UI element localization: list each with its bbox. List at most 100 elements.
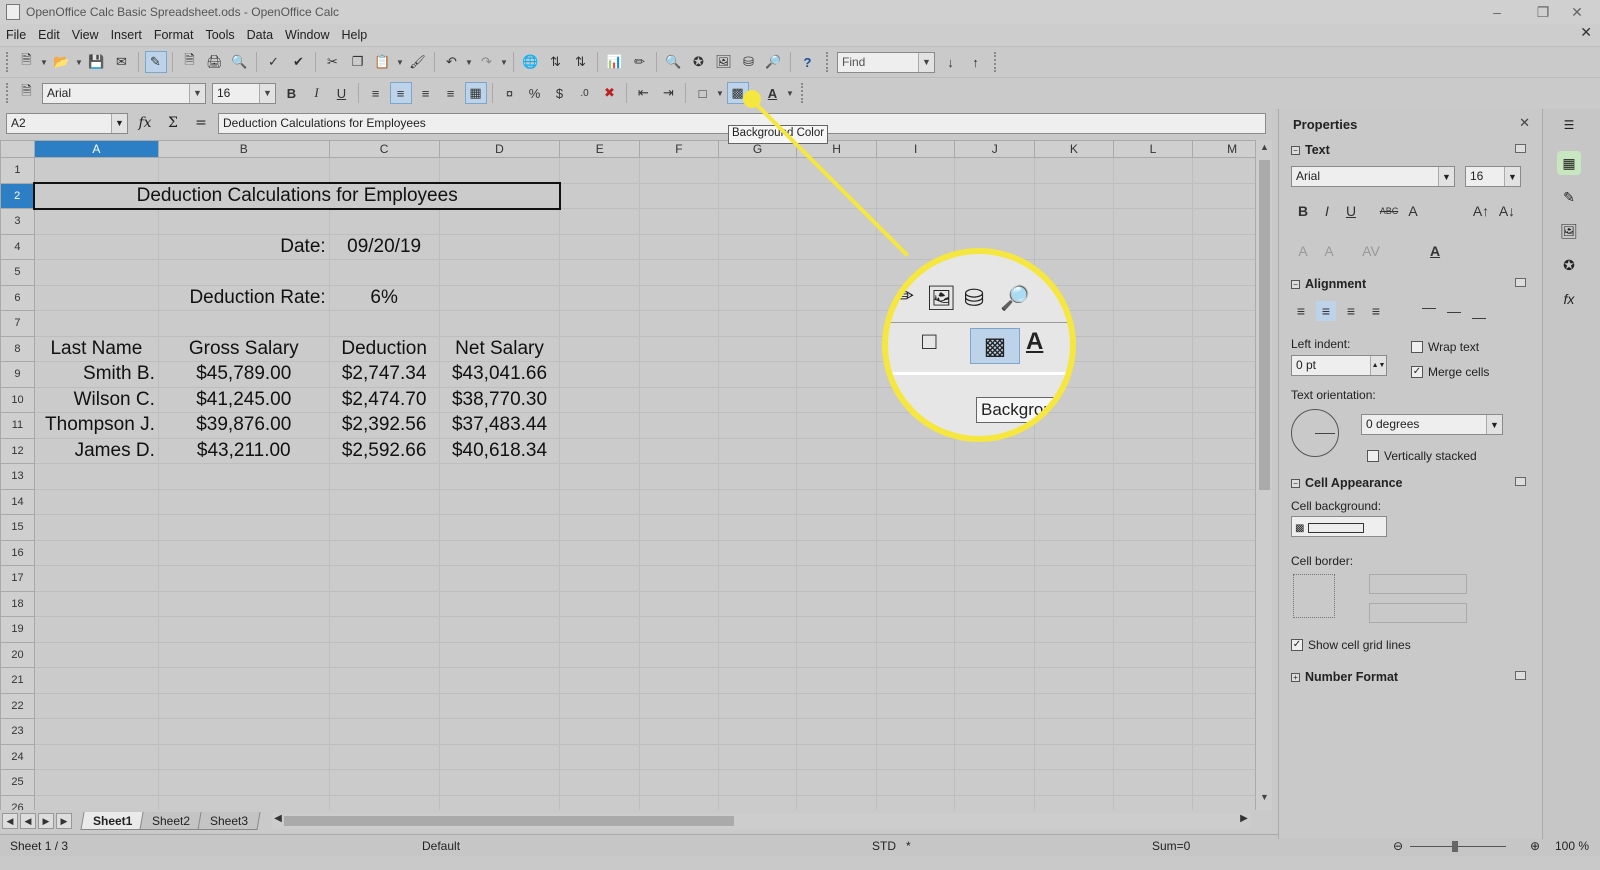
cell[interactable] [717, 641, 798, 668]
cell[interactable] [796, 641, 877, 668]
cell[interactable] [1034, 769, 1114, 796]
cell-appearance-section-header[interactable]: − Cell Appearance [1291, 476, 1403, 490]
toolbar-grip[interactable] [6, 83, 10, 103]
cell[interactable] [954, 718, 1036, 745]
net-salary-cell[interactable]: $38,770.30 [438, 386, 561, 413]
cell[interactable] [559, 208, 641, 235]
row-header[interactable]: 10 [0, 386, 35, 413]
cell[interactable] [1034, 157, 1114, 184]
column-header-a[interactable]: A [33, 140, 159, 158]
cell[interactable] [1112, 157, 1194, 184]
cell[interactable] [875, 692, 956, 719]
net-salary-cell[interactable]: $43,041.66 [438, 361, 561, 388]
paste-icon[interactable]: 📋 [372, 51, 394, 73]
cell[interactable] [717, 157, 798, 184]
cell[interactable] [639, 284, 719, 311]
panel-font-name[interactable]: Arial ▼ [1291, 166, 1455, 187]
first-sheet-icon[interactable]: ◀ [2, 813, 18, 829]
cell[interactable] [559, 667, 641, 694]
show-draw-functions-icon[interactable]: ✏ [629, 51, 651, 73]
border-color-picker[interactable] [1369, 603, 1467, 623]
column-header-d[interactable]: D [438, 140, 561, 158]
cell[interactable] [954, 488, 1036, 515]
cell[interactable] [328, 514, 440, 541]
row-header[interactable]: 1 [0, 157, 35, 184]
menu-help[interactable]: Help [336, 28, 374, 42]
cell[interactable] [796, 565, 877, 592]
chart-icon[interactable]: 📊 [604, 51, 626, 73]
row-header[interactable]: 11 [0, 412, 35, 439]
cell[interactable] [1112, 616, 1194, 643]
last-name-cell[interactable]: Wilson C. [33, 386, 159, 413]
cell[interactable] [1034, 565, 1114, 592]
cell[interactable] [954, 182, 1036, 209]
date-value-cell[interactable]: 09/20/19 [328, 233, 440, 260]
add-decimal-icon[interactable]: .0 [574, 82, 596, 104]
checkbox-box[interactable] [1411, 341, 1423, 353]
collapse-icon[interactable]: − [1291, 279, 1300, 289]
menu-view[interactable]: View [66, 28, 105, 42]
decrease-font-icon[interactable]: A↓ [1497, 201, 1517, 221]
cell[interactable] [639, 641, 719, 668]
cell[interactable] [33, 743, 159, 770]
cell[interactable] [559, 743, 641, 770]
header-last-name[interactable]: Last Name [33, 335, 159, 362]
cell[interactable] [559, 769, 641, 796]
cell[interactable] [717, 743, 798, 770]
row-header[interactable]: 20 [0, 641, 35, 668]
header-deduction[interactable]: Deduction [328, 335, 440, 362]
data-sources-icon[interactable]: ⛁ [738, 51, 760, 73]
cell[interactable] [559, 182, 641, 209]
print-icon[interactable]: 🖨 [204, 51, 226, 73]
cell[interactable] [438, 233, 561, 260]
cell[interactable] [559, 641, 641, 668]
select-all-corner[interactable] [0, 140, 35, 158]
cell[interactable] [717, 335, 798, 362]
cell[interactable] [639, 233, 719, 260]
page-preview-icon[interactable]: 🔍 [229, 51, 251, 73]
align-right-icon[interactable]: ≡ [1341, 301, 1361, 321]
deduction-cell[interactable]: $2,474.70 [328, 386, 440, 413]
cell[interactable] [559, 565, 641, 592]
more-options-icon[interactable] [1515, 278, 1526, 287]
menu-insert[interactable]: Insert [105, 28, 148, 42]
show-grid-lines-checkbox[interactable]: ✓ Show cell grid lines [1291, 638, 1411, 652]
cell[interactable] [157, 667, 330, 694]
font-name-box[interactable]: Arial ▼ [42, 82, 206, 104]
cell[interactable] [639, 437, 719, 464]
functions-deck-icon[interactable]: fx [1557, 287, 1581, 311]
justify-icon[interactable]: ≡ [1366, 301, 1386, 321]
wrap-text-checkbox[interactable]: Wrap text [1411, 340, 1479, 354]
cell[interactable] [559, 718, 641, 745]
chevron-down-icon[interactable]: ▼ [111, 113, 127, 133]
cell[interactable] [717, 718, 798, 745]
cell[interactable] [717, 514, 798, 541]
borders-icon[interactable]: □ [692, 82, 714, 104]
title-cell-a2[interactable]: Deduction Calculations for Employees [33, 182, 561, 210]
cell[interactable] [639, 514, 719, 541]
cell[interactable] [796, 335, 877, 362]
function-wizard-icon[interactable]: fx [134, 115, 156, 131]
row-header[interactable]: 9 [0, 361, 35, 388]
cell[interactable] [1112, 182, 1194, 209]
cell[interactable] [875, 463, 956, 490]
cell[interactable] [33, 718, 159, 745]
rate-label-cell[interactable]: Deduction Rate: [157, 284, 330, 311]
name-box[interactable]: A2 ▼ [6, 112, 128, 134]
cell[interactable] [796, 692, 877, 719]
cell[interactable] [1034, 616, 1114, 643]
cell[interactable] [559, 463, 641, 490]
cell[interactable] [1112, 310, 1194, 337]
cell[interactable] [1112, 769, 1194, 796]
row-header[interactable]: 24 [0, 743, 35, 770]
cell[interactable] [796, 616, 877, 643]
checkbox-box[interactable] [1367, 450, 1379, 462]
cell[interactable] [639, 182, 719, 209]
cell[interactable] [157, 514, 330, 541]
cell[interactable] [157, 310, 330, 337]
cell-background-picker[interactable]: ▩ [1291, 516, 1387, 537]
cell[interactable] [1034, 743, 1114, 770]
cell[interactable] [954, 667, 1036, 694]
copy-icon[interactable]: ❐ [347, 51, 369, 73]
date-label-cell[interactable]: Date: [157, 233, 330, 260]
